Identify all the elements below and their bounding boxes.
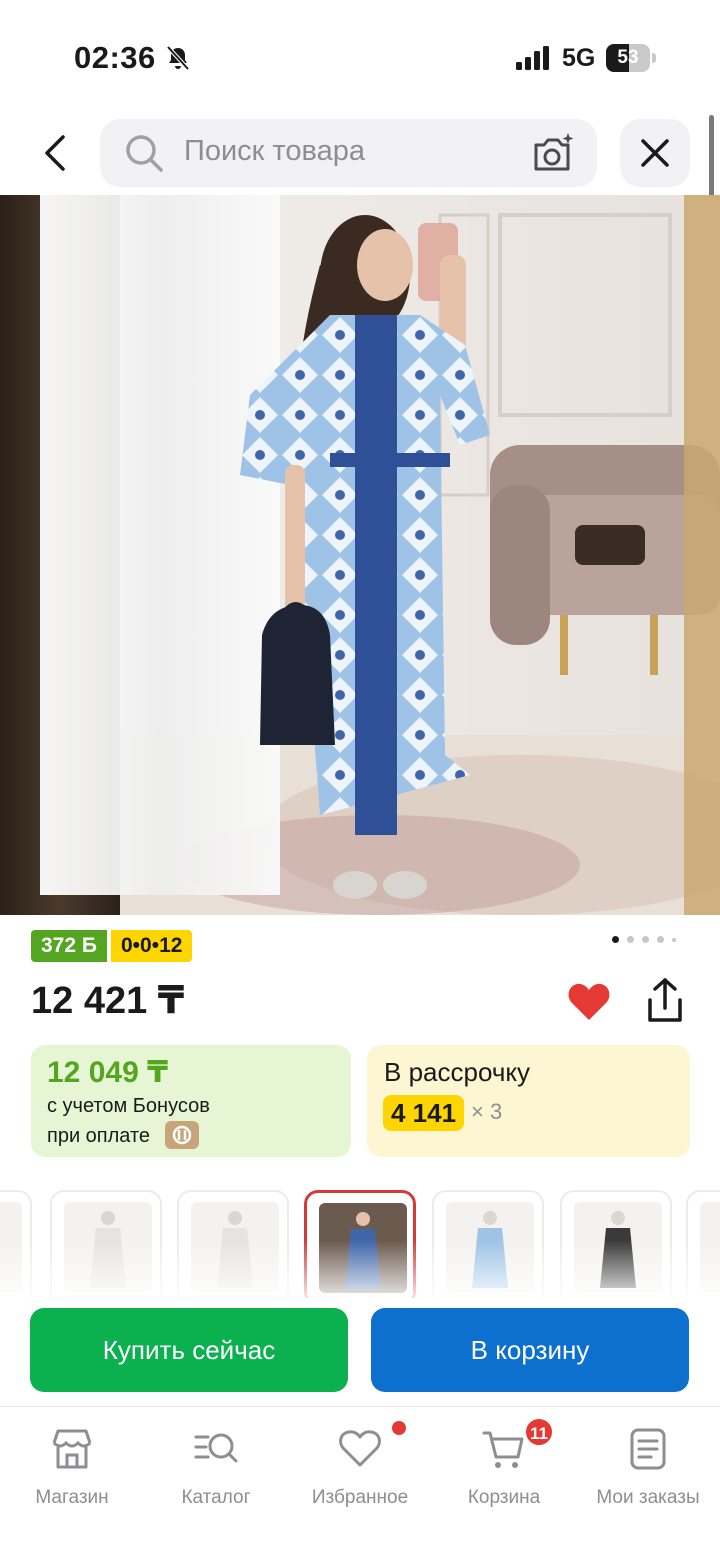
share-button[interactable] xyxy=(642,976,688,1026)
bonus-price-card[interactable]: 12 049 ₸ с учетом Бонусов при оплате xyxy=(31,1045,351,1157)
bonus-note-line1: с учетом Бонусов xyxy=(47,1095,210,1117)
cart-icon xyxy=(482,1431,524,1468)
chevron-left-icon xyxy=(45,135,65,171)
thumbnail[interactable] xyxy=(432,1190,544,1298)
status-time: 02:36 xyxy=(74,40,156,75)
installment-multiplier: × 3 xyxy=(471,1099,503,1124)
bell-muted-icon xyxy=(166,45,190,71)
back-button[interactable] xyxy=(28,122,84,184)
close-icon xyxy=(641,139,669,167)
nav-label-orders: Мои заказы xyxy=(596,1487,700,1508)
installment-title: В рассрочку xyxy=(384,1057,531,1087)
nav-item-cart[interactable]: 11 Корзина xyxy=(432,1417,576,1521)
thumbnail-strip[interactable] xyxy=(0,1186,720,1298)
heart-icon xyxy=(568,983,610,1020)
product-page: 02:36 5G 53 Поиск товара 372 Б 0•0•12 12… xyxy=(0,0,720,1565)
camera-sparkle-icon[interactable] xyxy=(530,131,576,175)
nav-item-catalog[interactable]: Каталог xyxy=(144,1421,288,1521)
catalog-search-icon xyxy=(194,1433,238,1463)
search-input[interactable]: Поиск товара xyxy=(100,119,597,187)
store-icon xyxy=(52,1429,92,1469)
battery-indicator: 53 xyxy=(606,44,656,72)
orders-icon xyxy=(630,1428,666,1470)
pagination-dot xyxy=(612,936,619,943)
thumbnail[interactable] xyxy=(686,1190,720,1298)
status-bar: 02:36 5G 53 xyxy=(0,0,720,110)
thumbnail[interactable] xyxy=(304,1190,416,1298)
bonus-points-badge: 372 Б xyxy=(31,930,107,962)
payment-icon xyxy=(165,1121,199,1149)
cellular-signal-icon xyxy=(516,46,549,70)
bottom-nav: Магазин Каталог Избранное 11 Корзина Мои… xyxy=(0,1406,720,1565)
close-button[interactable] xyxy=(620,119,690,187)
network-label: 5G xyxy=(562,44,596,72)
pagination-dot xyxy=(657,936,664,943)
nav-item-favorites[interactable]: Избранное xyxy=(288,1421,432,1521)
nav-label-catalog: Каталог xyxy=(181,1487,251,1508)
pagination-dot xyxy=(672,938,676,942)
nav-item-store[interactable]: Магазин xyxy=(0,1421,144,1521)
favorite-button[interactable] xyxy=(566,980,612,1024)
installment-card[interactable]: В рассрочку 4 141 × 3 xyxy=(367,1045,690,1157)
favorites-dot xyxy=(392,1421,406,1435)
cart-count-badge: 11 xyxy=(524,1417,554,1447)
nav-label-favorites: Избранное xyxy=(311,1487,409,1508)
pagination-dot xyxy=(642,936,649,943)
thumbnail[interactable] xyxy=(50,1190,162,1298)
product-photo[interactable] xyxy=(0,195,720,915)
nav-label-cart: Корзина xyxy=(467,1487,541,1508)
thumbnail[interactable] xyxy=(0,1190,32,1298)
add-to-cart-button[interactable]: В корзину xyxy=(371,1308,689,1392)
nav-item-orders[interactable]: Мои заказы xyxy=(576,1421,720,1521)
product-photo-illustration xyxy=(0,195,720,915)
share-icon xyxy=(648,978,682,1022)
search-icon xyxy=(126,135,163,172)
nav-label-store: Магазин xyxy=(35,1487,109,1508)
heart-outline-icon xyxy=(339,1430,381,1467)
bonus-note-line2: при оплате xyxy=(47,1125,151,1147)
bonus-price: 12 049 ₸ xyxy=(47,1056,168,1089)
product-price: 12 421 ₸ xyxy=(31,980,185,1022)
search-placeholder: Поиск товара xyxy=(184,135,365,167)
installment-amount: 4 141 xyxy=(383,1095,465,1131)
installment-badge: 0•0•12 xyxy=(111,930,193,962)
thumbnail[interactable] xyxy=(560,1190,672,1298)
photo-pagination xyxy=(612,934,682,946)
pagination-dot xyxy=(627,936,634,943)
buy-now-button[interactable]: Купить сейчас xyxy=(30,1308,348,1392)
battery-level: 53 xyxy=(617,47,639,68)
thumbnail[interactable] xyxy=(177,1190,289,1298)
